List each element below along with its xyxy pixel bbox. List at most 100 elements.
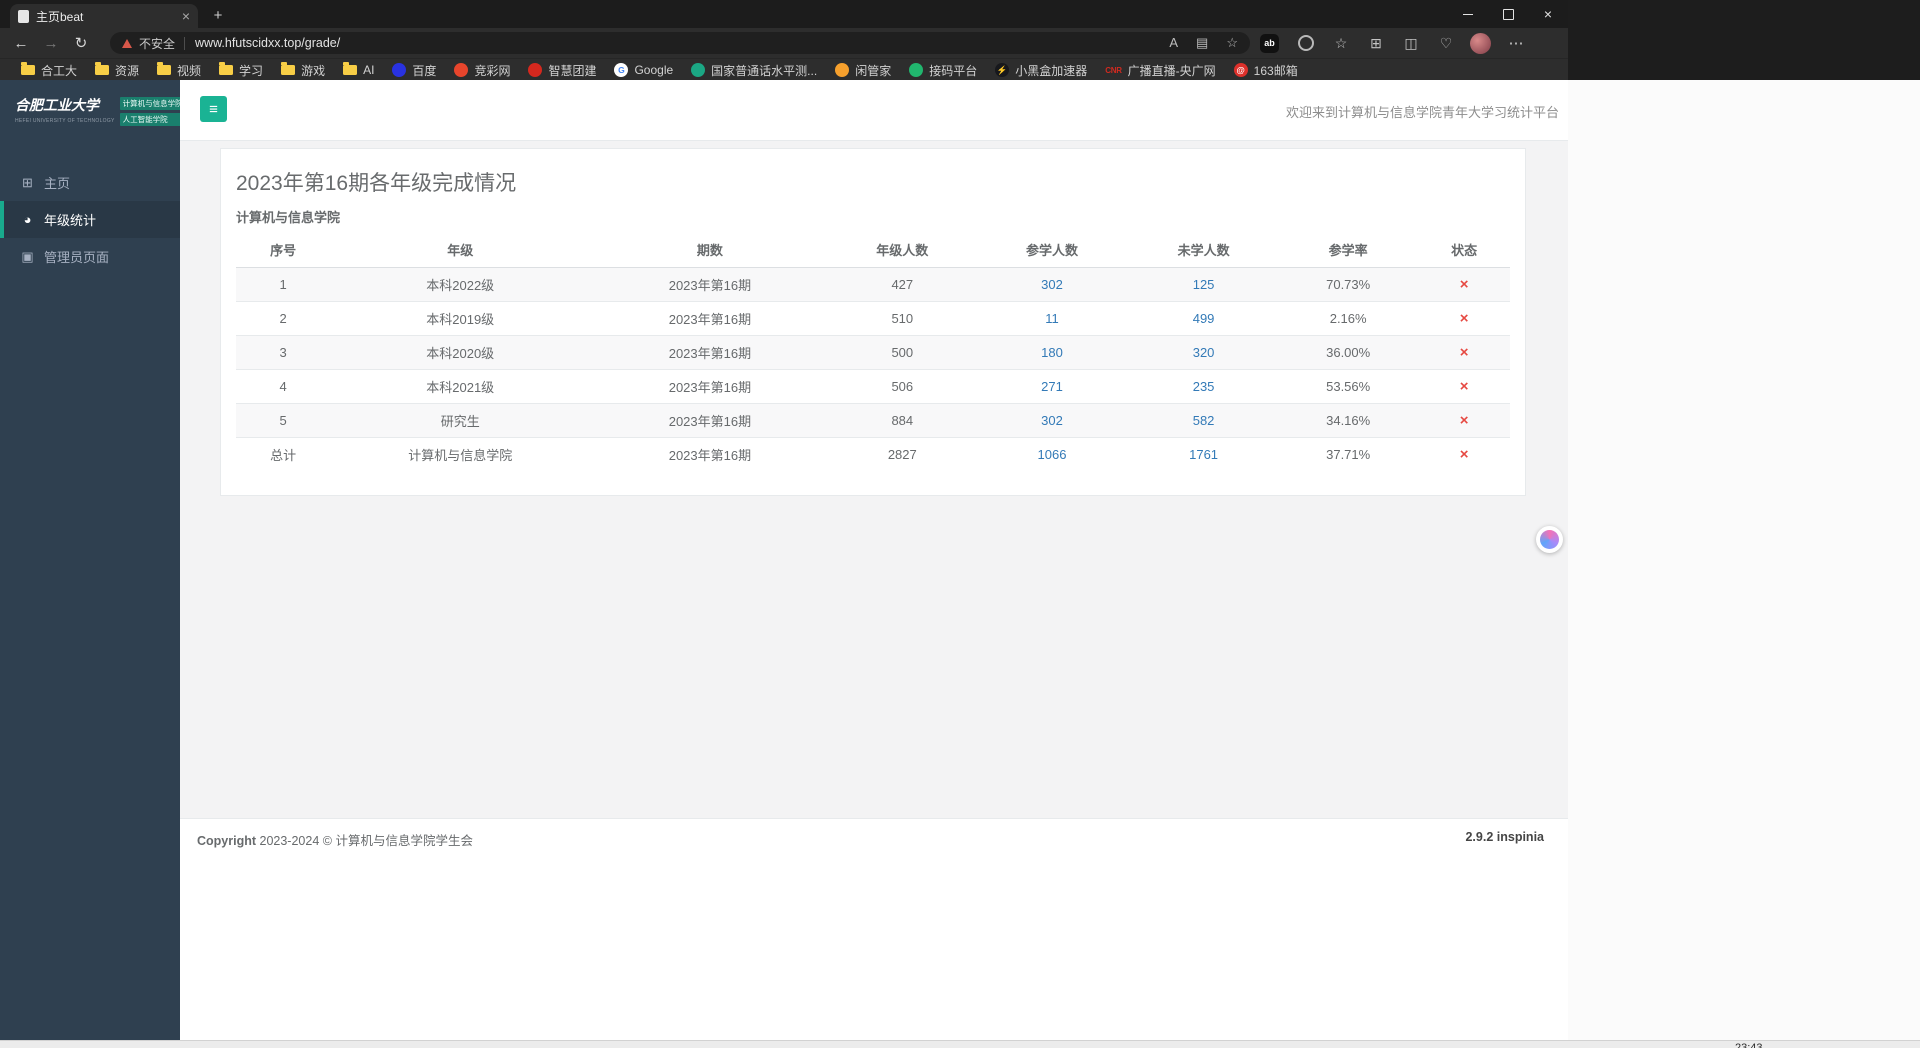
bookmark-item[interactable]: AI [334, 59, 383, 81]
bookmark-label: 智慧团建 [548, 63, 597, 78]
forward-button[interactable]: → [36, 35, 66, 52]
bookmark-favicon-icon [835, 63, 850, 77]
folder-icon [343, 62, 358, 75]
browser-essentials-icon[interactable]: ♡ [1438, 34, 1454, 53]
tab-favicon-icon [18, 9, 29, 23]
count-link[interactable]: 180 [1041, 345, 1063, 360]
url-text[interactable]: www.hfutscidxx.top/grade/ [195, 36, 340, 50]
settings-menu-icon[interactable]: ⋯ [1505, 34, 1527, 52]
password-extension-icon[interactable]: ab [1260, 33, 1279, 53]
count-link[interactable]: 1066 [1038, 447, 1067, 462]
table-row: 5 研究生 2023年第16期 884 302 582 34.16% × [236, 403, 1510, 438]
screen: 主页beat × + × ← → ↻ 不安全 www.hfutscidxx.to… [0, 0, 1920, 1048]
count-link[interactable]: 271 [1041, 379, 1063, 394]
bookmark-label: 合工大 [41, 63, 78, 78]
bookmark-item[interactable]: 合工大 [12, 59, 86, 81]
new-tab-button[interactable]: + [206, 5, 230, 25]
bookmark-label: 小黑盒加速器 [1015, 63, 1088, 78]
bookmark-item[interactable]: G Google [605, 59, 682, 81]
bookmark-label: 竞彩网 [474, 63, 511, 78]
folder-icon [157, 62, 172, 75]
maximize-button[interactable] [1488, 0, 1528, 28]
bookmark-item[interactable]: 闲管家 [826, 59, 900, 81]
maximize-icon [1502, 8, 1514, 20]
profile-avatar[interactable] [1470, 32, 1491, 54]
bookmarks-bar: 合工大 资源 视频 学习 游戏 AI 百度 竞彩网 智慧团建 G Google 国家普通话水平测...… [0, 58, 1568, 81]
bookmark-item[interactable]: 学习 [210, 59, 272, 81]
address-bar[interactable]: 不安全 www.hfutscidxx.top/grade/ A ▤ ☆ [110, 32, 1250, 54]
bookmark-favicon-icon: G [614, 63, 629, 77]
column-header: 参学率 [1278, 232, 1419, 268]
extension-ring-icon[interactable] [1298, 35, 1314, 51]
column-header: 状态 [1418, 232, 1510, 268]
brain-icon [1540, 530, 1559, 549]
back-button[interactable]: ← [6, 35, 36, 52]
tab-close-icon[interactable]: × [182, 9, 190, 23]
welcome-text: 欢迎来到计算机与信息学院青年大学习统计平台 [1285, 105, 1559, 120]
bookmark-item[interactable]: 竞彩网 [445, 59, 519, 81]
bookmark-item[interactable]: 智慧团建 [519, 59, 605, 81]
bookmark-item[interactable]: 游戏 [272, 59, 334, 81]
logo-cn-text: 合肥工业大学 [15, 99, 99, 114]
sidebar-item-admin-page[interactable]: ▣ 管理员页面 [0, 238, 180, 275]
browser-window: 主页beat × + × ← → ↻ 不安全 www.hfutscidxx.to… [0, 0, 1568, 1040]
count-link[interactable]: 582 [1193, 413, 1215, 428]
table-row: 2 本科2019级 2023年第16期 510 11 499 2.16% × [236, 301, 1510, 336]
bookmark-favicon-icon [691, 63, 706, 77]
bookmark-item[interactable]: @163邮箱 [1225, 59, 1307, 81]
browser-tab[interactable]: 主页beat × [10, 4, 198, 28]
count-link[interactable]: 302 [1041, 413, 1063, 428]
grade-table: 序号 年级 期数 年级人数 参学人数 未学人数 参学率 状态 1 本科2022级 2023年第16… [236, 232, 1510, 471]
count-link[interactable]: 302 [1041, 277, 1063, 292]
split-screen-icon[interactable]: ◫ [1403, 34, 1419, 53]
sidebar: 合肥工业大学 HEFEI UNIVERSITY OF TECHNOLOGY 计算… [0, 80, 186, 1040]
security-label[interactable]: 不安全 [139, 35, 175, 52]
count-link[interactable]: 235 [1193, 379, 1215, 394]
sidebar-item-grade-stats[interactable]: ◕ 年级统计 [0, 201, 180, 238]
count-link[interactable]: 11 [1045, 311, 1059, 326]
sidebar-nav: ⊞ 主页 ◕ 年级统计 ▣ 管理员页面 [0, 164, 180, 275]
bookmark-item[interactable]: 资源 [86, 59, 148, 81]
sidebar-toggle-button[interactable]: ≡ [200, 96, 227, 122]
bookmark-label: AI [363, 63, 375, 77]
close-button[interactable]: × [1528, 0, 1568, 28]
grade-stats-icon: ◕ [23, 212, 32, 227]
minimize-button[interactable] [1448, 0, 1488, 28]
bookmark-item[interactable]: 百度 [383, 59, 445, 81]
browser-titlebar: 主页beat × + × [0, 0, 1568, 28]
page-title: 2023年第16期各年级完成情况 [236, 172, 517, 195]
read-aloud-icon[interactable]: A [1169, 35, 1178, 51]
browser-toolbar: ← → ↻ 不安全 www.hfutscidxx.top/grade/ A ▤ ☆ … [0, 28, 1568, 58]
security-warning-icon[interactable] [122, 38, 132, 48]
add-favorite-icon[interactable]: ☆ [1226, 35, 1238, 51]
sidebar-item-home[interactable]: ⊞ 主页 [0, 164, 180, 201]
bookmark-item[interactable]: 国家普通话水平测... [682, 59, 826, 81]
ai-assistant-float-button[interactable] [1536, 526, 1563, 553]
bookmark-favicon-icon [454, 63, 469, 77]
reader-mode-icon[interactable]: ▤ [1196, 35, 1208, 51]
table-row: 1 本科2022级 2023年第16期 427 302 125 70.73% × [236, 267, 1510, 302]
folder-icon [95, 62, 110, 75]
count-link[interactable]: 320 [1193, 345, 1215, 360]
folder-icon [21, 62, 35, 75]
count-link[interactable]: 1761 [1189, 447, 1218, 462]
refresh-button[interactable]: ↻ [66, 34, 96, 52]
taskbar-clock: 23:43 [1735, 1042, 1763, 1048]
column-header: 未学人数 [1129, 232, 1279, 268]
bookmark-item[interactable]: 接码平台 [900, 59, 986, 81]
folder-icon [219, 62, 234, 75]
bookmark-label: 视频 [177, 63, 202, 78]
status-fail-icon: × [1459, 344, 1469, 361]
collections-icon[interactable]: ⊞ [1368, 34, 1384, 53]
count-link[interactable]: 499 [1193, 311, 1215, 326]
bookmark-item[interactable]: ⚡ 小黑盒加速器 [986, 59, 1096, 81]
count-link[interactable]: 125 [1193, 277, 1215, 292]
version-text: 2.9.2 inspinia [1465, 830, 1544, 844]
bookmark-item[interactable]: 视频 [148, 59, 210, 81]
bookmark-item[interactable]: CNR 广播直播-央广网 [1096, 59, 1224, 81]
favorites-bar-icon[interactable]: ☆ [1333, 34, 1349, 53]
taskbar[interactable]: 23:43 [0, 1040, 1920, 1048]
address-divider [184, 36, 186, 50]
page-footer: Copyright 2023-2024 © 计算机与信息学院学生会 2.9.2 … [180, 818, 1568, 1040]
sidebar-item-label: 年级统计 [44, 213, 97, 228]
